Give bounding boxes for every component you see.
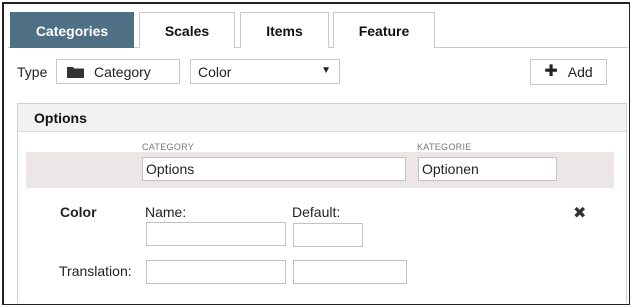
options-panel-title: Options [18, 104, 626, 132]
translation-input-2[interactable] [293, 260, 407, 284]
category-input[interactable]: Options [142, 157, 406, 181]
folder-icon [67, 66, 84, 78]
add-button[interactable]: ✚ Add [530, 59, 607, 85]
default-label: Default: [292, 204, 341, 220]
tab-items[interactable]: Items [240, 12, 329, 48]
name-input[interactable] [146, 222, 286, 246]
kategorie-column-label: KATEGORIE [417, 142, 472, 152]
color-select-value: Color [198, 63, 232, 80]
type-label: Type [17, 64, 48, 80]
tab-bar: Categories Scales Items Feature [8, 8, 628, 48]
tab-scales[interactable]: Scales [139, 12, 235, 48]
close-icon[interactable]: ✖ [573, 203, 586, 223]
default-input[interactable] [293, 223, 363, 247]
type-value: Category [94, 63, 151, 80]
color-select[interactable]: Color ▼ [190, 59, 340, 84]
add-button-label: Add [567, 64, 593, 80]
name-label: Name: [145, 204, 187, 220]
tab-categories[interactable]: Categories [10, 12, 134, 48]
options-panel: Options CATEGORY KATEGORIE Options Optio… [17, 103, 627, 303]
translation-input-1[interactable] [146, 260, 286, 284]
plus-icon: ✚ [544, 63, 558, 80]
kategorie-input[interactable]: Optionen [418, 157, 557, 181]
category-column-label: CATEGORY [142, 142, 195, 152]
tab-feature[interactable]: Feature [333, 12, 435, 48]
chevron-down-icon: ▼ [321, 65, 331, 76]
color-block-title: Color [60, 204, 97, 220]
type-selector[interactable]: Category [56, 59, 180, 84]
translation-label: Translation: [59, 263, 132, 279]
